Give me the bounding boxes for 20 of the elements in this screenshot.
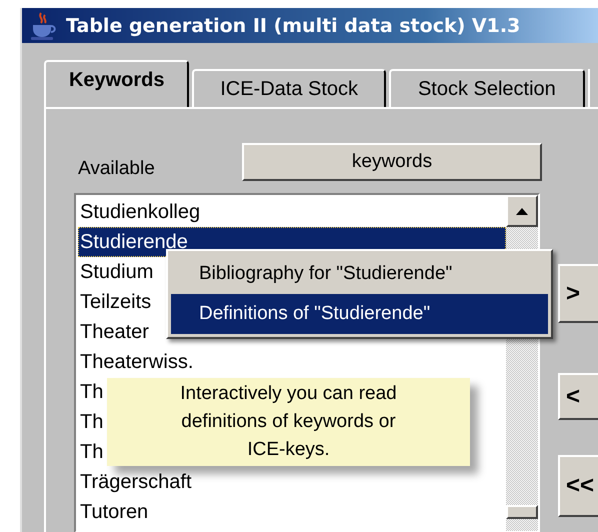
scroll-up-button[interactable] bbox=[506, 195, 538, 227]
menu-item[interactable]: Definitions of "Studierende" bbox=[171, 294, 548, 334]
list-item[interactable]: Studienkolleg bbox=[78, 197, 506, 227]
window-title: Table generation II (multi data stock) V1.3 bbox=[66, 14, 520, 36]
available-label: Available bbox=[77, 157, 156, 180]
tab[interactable]: ICE-Data Stock bbox=[192, 69, 386, 107]
up-arrow-icon bbox=[516, 208, 528, 214]
scroll-thumb[interactable] bbox=[506, 505, 538, 519]
coffee-cup-icon bbox=[28, 10, 58, 40]
tab[interactable]: Keywords bbox=[44, 60, 190, 107]
move-button[interactable]: << bbox=[558, 455, 598, 517]
tooltip-text: Interactively you can read definitions of keywords or ICE-keys. bbox=[179, 382, 398, 462]
keywords-button[interactable]: keywords bbox=[242, 143, 542, 181]
menu-item[interactable]: Bibliography for "Studierende" bbox=[171, 254, 548, 294]
tab[interactable]: Stock Selection bbox=[388, 69, 585, 107]
list-item[interactable]: Theaterwiss. bbox=[78, 347, 506, 377]
move-button[interactable]: < bbox=[558, 373, 598, 420]
move-button[interactable]: > bbox=[558, 264, 598, 323]
list-item[interactable]: Tutoren bbox=[78, 497, 506, 527]
list-item[interactable]: Trägerschaft bbox=[78, 467, 506, 497]
